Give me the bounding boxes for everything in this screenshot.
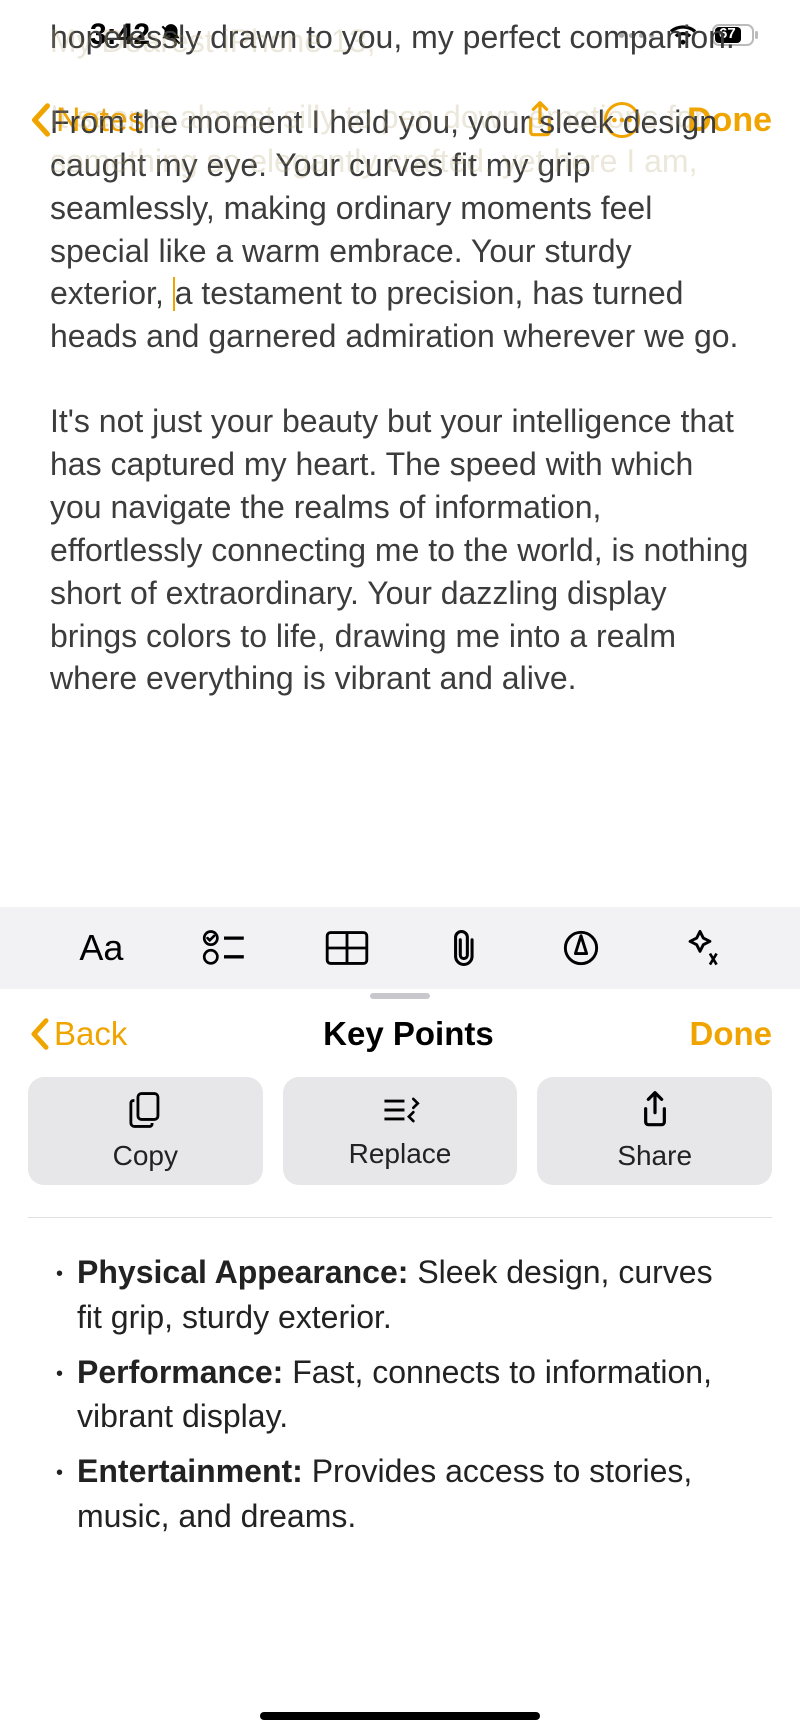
- text-style-button[interactable]: Aa: [79, 927, 123, 969]
- copy-button[interactable]: Copy: [28, 1077, 263, 1185]
- list-item: • Physical Appearance: Sleek design, cur…: [56, 1250, 744, 1340]
- list-item: • Entertainment: Provides access to stor…: [56, 1449, 744, 1539]
- copy-label: Copy: [113, 1140, 178, 1172]
- panel-header: Back Key Points Done: [0, 999, 800, 1077]
- bullet-icon: •: [56, 1260, 63, 1340]
- ghost-text: It seems almost silly to pen down emotio…: [50, 96, 705, 139]
- panel-done-button[interactable]: Done: [689, 1015, 772, 1053]
- replace-button[interactable]: Replace: [283, 1077, 518, 1185]
- list-item: • Performance: Fast, connects to informa…: [56, 1350, 744, 1440]
- replace-label: Replace: [349, 1138, 452, 1170]
- bullet-icon: •: [56, 1360, 63, 1440]
- note-body[interactable]: My Dearest iPhone 13, It seems almost si…: [0, 0, 800, 742]
- checklist-icon[interactable]: [202, 928, 246, 968]
- panel-back-label: Back: [54, 1015, 127, 1053]
- attachment-icon[interactable]: [447, 928, 483, 968]
- share-action-icon: [639, 1090, 671, 1130]
- copy-icon: [127, 1090, 163, 1130]
- replace-icon: [380, 1092, 420, 1128]
- panel-back-button[interactable]: Back: [28, 1015, 127, 1053]
- ghost-text: something so elegantly crafted, yet here…: [50, 140, 697, 183]
- table-icon[interactable]: [325, 930, 369, 966]
- key-points-panel: Back Key Points Done Copy Replace Share …: [0, 989, 800, 1734]
- text-cursor: [173, 277, 175, 311]
- bullet-icon: •: [56, 1459, 63, 1539]
- action-row: Copy Replace Share: [0, 1077, 800, 1185]
- note-paragraph: It's not just your beauty but your intel…: [50, 400, 750, 700]
- ghost-text: My Dearest iPhone 13,: [50, 20, 376, 63]
- share-button[interactable]: Share: [537, 1077, 772, 1185]
- share-label: Share: [617, 1140, 692, 1172]
- format-toolbar: Aa: [0, 907, 800, 989]
- home-indicator[interactable]: [260, 1712, 540, 1720]
- key-points-list: • Physical Appearance: Sleek design, cur…: [0, 1218, 800, 1539]
- markup-icon[interactable]: [562, 929, 600, 967]
- panel-title: Key Points: [323, 1015, 494, 1053]
- ai-tools-icon[interactable]: [679, 927, 721, 969]
